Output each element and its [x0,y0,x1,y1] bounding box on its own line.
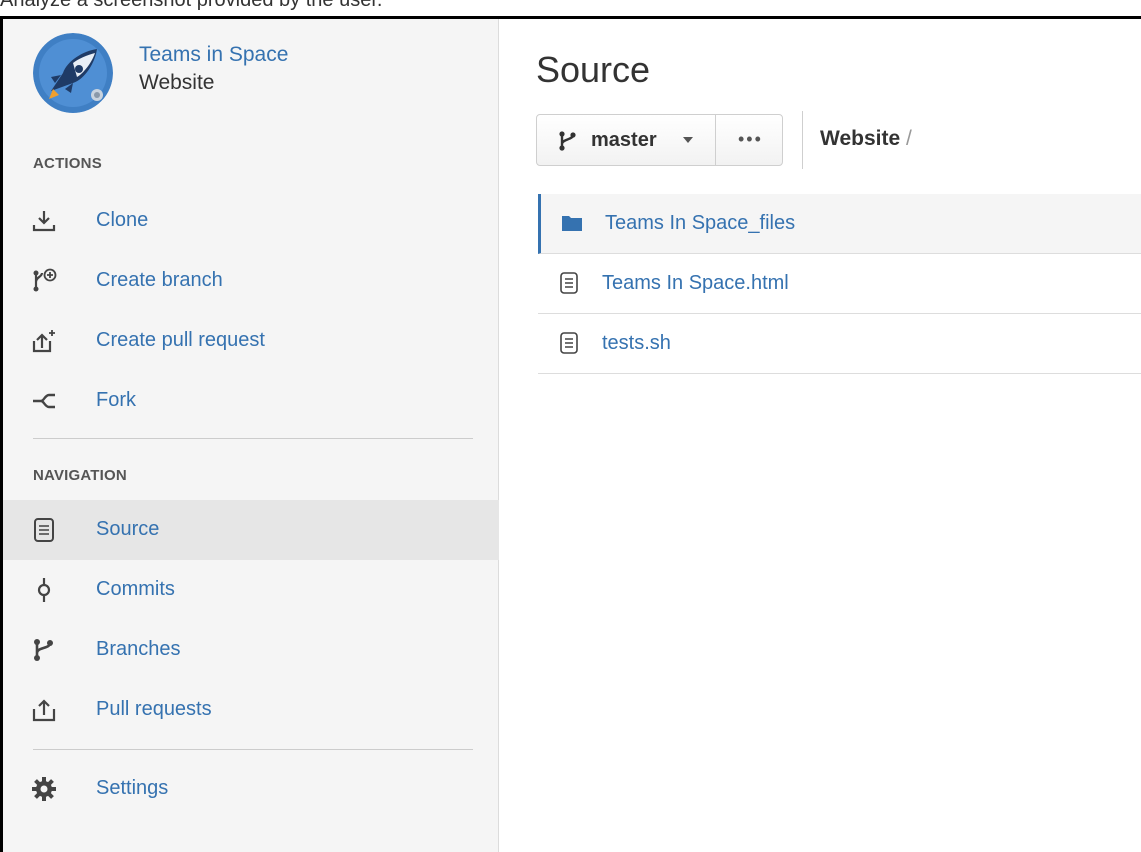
ellipsis-icon: ••• [738,129,763,149]
action-create-pull-request-label: Create pull request [96,329,265,351]
file-name[interactable]: Teams In Space_files [605,212,795,235]
project-name[interactable]: Teams in Space [139,43,288,67]
action-clone-label: Clone [96,209,149,231]
breadcrumb-separator [802,111,803,169]
folder-icon [562,216,582,231]
branch-selector-button[interactable]: master [536,114,716,166]
file-icon [560,272,578,294]
actions-heading: ACTIONS [33,155,102,172]
action-create-pull-request[interactable]: Create pull request [3,311,499,371]
file-name[interactable]: Teams In Space.html [602,272,789,295]
create-pull-request-icon [32,330,55,353]
cropped-caption: Analyze a screenshot provided by the use… [0,0,1141,16]
caption-text: Analyze a screenshot provided by the use… [0,0,383,11]
rocket-logo-icon [33,33,113,113]
action-fork-label: Fork [96,389,136,411]
branch-icon [559,131,576,151]
repository-name: Website [139,71,215,94]
sidebar-divider-bottom [33,749,473,750]
action-fork[interactable]: Fork [3,371,499,431]
action-clone[interactable]: Clone [3,191,499,251]
project-avatar[interactable] [33,33,113,113]
main-content: Source master ••• Website / Teams In Spa… [500,19,1141,852]
gear-icon [32,777,56,801]
nav-item-source[interactable]: Source [3,500,499,560]
file-list: Teams In Space_files Teams In Space.html… [538,194,1141,374]
action-create-branch-label: Create branch [96,269,223,291]
action-create-branch[interactable]: Create branch [3,251,499,311]
breadcrumb-slash: / [900,127,912,150]
pull-requests-icon [32,699,56,722]
breadcrumb: Website / [820,127,912,151]
nav-item-branches-label: Branches [96,638,181,660]
nav-item-settings-label: Settings [96,777,169,799]
file-row[interactable]: Teams In Space_files [538,194,1141,254]
source-icon [34,518,54,542]
file-icon [560,332,578,354]
nav-item-branches[interactable]: Branches [3,620,499,680]
nav-item-pull-requests[interactable]: Pull requests [3,680,499,740]
sidebar: Teams in Space Website ACTIONS Clone Cre… [3,19,499,852]
nav-item-commits-label: Commits [96,578,175,600]
breadcrumb-repo[interactable]: Website [820,127,900,150]
file-name[interactable]: tests.sh [602,332,671,355]
nav-item-source-label: Source [96,518,160,540]
nav-item-pull-requests-label: Pull requests [96,698,212,720]
nav-item-settings[interactable]: Settings [3,759,499,819]
clone-icon [32,211,56,232]
file-row[interactable]: tests.sh [538,314,1141,374]
more-actions-button[interactable]: ••• [715,114,783,166]
fork-icon [33,393,55,409]
navigation-heading: NAVIGATION [33,467,127,484]
commits-icon [37,578,51,602]
page-title: Source [536,49,651,90]
sidebar-divider [33,438,473,439]
chevron-down-icon [683,137,693,143]
project-header[interactable]: Teams in Space Website [33,33,473,113]
file-row[interactable]: Teams In Space.html [538,254,1141,314]
branch-name: master [591,129,657,151]
branches-icon [34,639,53,661]
nav-item-commits[interactable]: Commits [3,560,499,620]
create-branch-icon [33,268,57,292]
